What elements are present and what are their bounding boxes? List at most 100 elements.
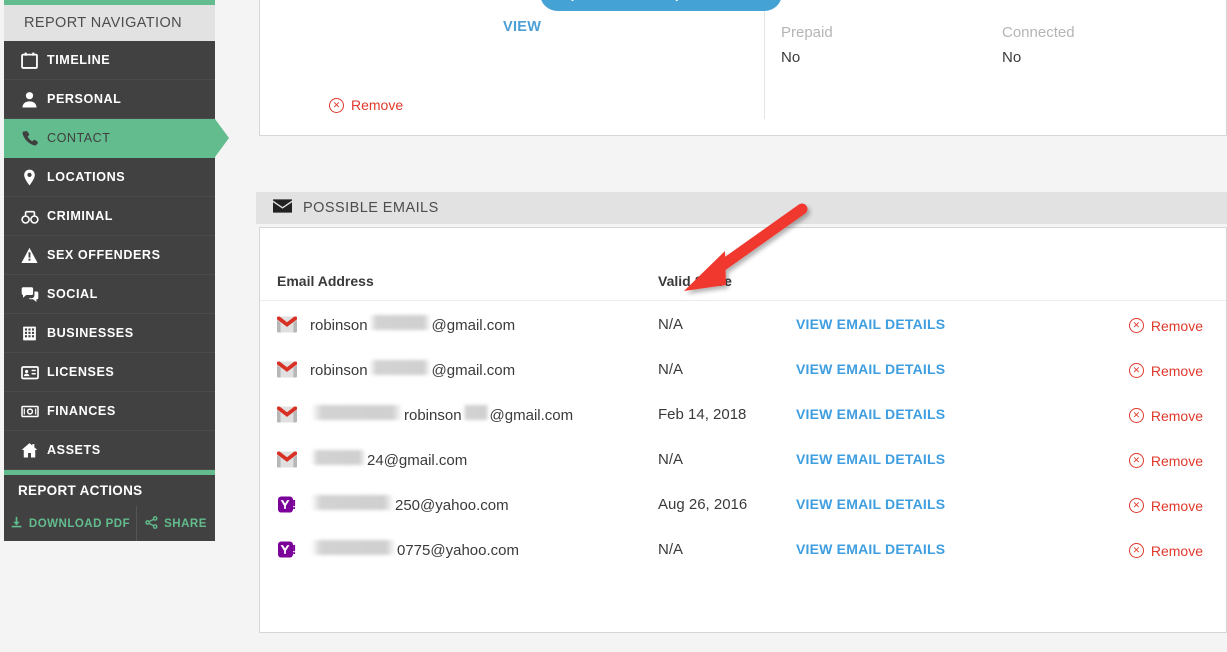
- house-icon: [21, 442, 47, 459]
- sidebar-item-label: TIMELINE: [47, 53, 111, 67]
- sidebar-item-label: LICENSES: [47, 365, 115, 379]
- report-actions-header: REPORT ACTIONS: [4, 475, 215, 506]
- remove-email-button[interactable]: ✕ Remove: [1128, 318, 1203, 334]
- redacted-block: [311, 450, 366, 465]
- email-domain: @yahoo.com: [420, 497, 509, 514]
- gmail-icon: [277, 316, 297, 333]
- sidebar-item-label: FINANCES: [47, 404, 116, 418]
- view-link[interactable]: VIEW: [503, 19, 541, 35]
- map-pin-icon: [21, 169, 47, 186]
- cell-email-address: robinson @gmail.com: [260, 346, 658, 391]
- calendar-icon: [21, 52, 47, 69]
- open-close-report-sections-tooltip[interactable]: Open or Close Report Sections: [540, 0, 783, 11]
- sidebar-item-label: ASSETS: [47, 443, 101, 457]
- email-address-text: robinson @gmail.com: [310, 360, 515, 379]
- share-button[interactable]: SHARE: [137, 506, 215, 541]
- possible-emails-panel: Email Address Valid Since robinson @gmail…: [259, 227, 1227, 633]
- cell-view-details: VIEW EMAIL DETAILS: [796, 481, 1026, 526]
- cell-view-details: VIEW EMAIL DETAILS: [796, 301, 1026, 347]
- sidebar-item-label: SOCIAL: [47, 287, 98, 301]
- cell-remove: ✕ Remove: [1026, 301, 1226, 347]
- view-email-details-link[interactable]: VIEW EMAIL DETAILS: [796, 406, 945, 422]
- table-row: robinson @gmail.com N/A VIEW EMAIL DETAILS ✕…: [260, 301, 1226, 347]
- view-email-details-link[interactable]: VIEW EMAIL DETAILS: [796, 451, 945, 467]
- yahoo-mail-icon: [277, 541, 297, 558]
- email-middle: 24: [367, 452, 384, 469]
- redacted-block: [311, 495, 394, 510]
- cell-view-details: VIEW EMAIL DETAILS: [796, 526, 1026, 571]
- sidebar-item-sex-offenders[interactable]: SEX OFFENDERS: [4, 236, 215, 275]
- prepaid-field: Prepaid No: [781, 24, 833, 66]
- download-pdf-button[interactable]: DOWNLOAD PDF: [4, 506, 137, 541]
- sidebar-item-list: TIMELINE PERSONAL CONTACT LOCATIONS CRIMINAL…: [4, 41, 229, 470]
- sidebar-item-contact[interactable]: CONTACT: [4, 119, 229, 158]
- remove-label: Remove: [1150, 452, 1203, 469]
- download-pdf-label: DOWNLOAD PDF: [28, 517, 131, 530]
- view-email-details-link[interactable]: VIEW EMAIL DETAILS: [796, 496, 945, 512]
- email-prefix: robinson: [310, 362, 368, 379]
- cell-view-details: VIEW EMAIL DETAILS: [796, 436, 1026, 481]
- cell-valid-since: N/A: [658, 541, 684, 558]
- remove-x-icon: ✕: [329, 97, 344, 113]
- person-icon: [21, 91, 47, 108]
- email-middle: 0775: [397, 542, 431, 559]
- building-icon: [21, 325, 47, 342]
- remove-email-button[interactable]: ✕ Remove: [1128, 498, 1203, 514]
- view-email-details-link[interactable]: VIEW EMAIL DETAILS: [796, 361, 945, 377]
- cell-valid-since: N/A: [658, 451, 684, 468]
- cell-email-address: 0775 @yahoo.com: [260, 526, 658, 571]
- sidebar-item-social[interactable]: SOCIAL: [4, 275, 215, 314]
- remove-x-icon: ✕: [1128, 453, 1144, 469]
- prepaid-value: No: [781, 49, 801, 66]
- possible-emails-section-header: POSSIBLE EMAILS: [256, 192, 1227, 224]
- cell-remove: ✕ Remove: [1026, 481, 1226, 526]
- email-domain: @gmail.com: [431, 317, 516, 334]
- remove-x-icon: ✕: [1128, 408, 1144, 424]
- remove-email-button[interactable]: ✕ Remove: [1128, 408, 1203, 424]
- sidebar-item-businesses[interactable]: BUSINESSES: [4, 314, 215, 353]
- panel-column-divider: [764, 0, 765, 119]
- chat-bubbles-icon: [21, 286, 47, 303]
- gmail-icon: [277, 361, 297, 378]
- cell-valid-since: Feb 14, 2018: [658, 406, 747, 423]
- cell-email-address: robinson @gmail.com: [260, 301, 658, 347]
- sidebar-item-label: CONTACT: [47, 131, 111, 145]
- page-root: REPORT NAVIGATION TIMELINE PERSONAL CONTAC…: [0, 0, 1227, 652]
- remove-email-button[interactable]: ✕ Remove: [1128, 452, 1203, 469]
- email-address-text: 0775 @yahoo.com: [310, 540, 519, 559]
- main-content: VIEW Prepaid No Connected No ✕ Remove Op…: [230, 0, 1227, 652]
- cell-email-address: robinson @gmail.com: [260, 391, 658, 436]
- remove-x-icon: ✕: [1128, 318, 1144, 334]
- cell-remove: ✕ Remove: [1026, 526, 1226, 571]
- sidebar-item-label: BUSINESSES: [47, 326, 134, 340]
- remove-email-button[interactable]: ✕ Remove: [1128, 543, 1203, 559]
- sidebar-item-finances[interactable]: FINANCES: [4, 392, 215, 431]
- connected-value: No: [1002, 49, 1022, 66]
- banknote-icon: [21, 405, 47, 418]
- yahoo-mail-icon: [277, 496, 297, 513]
- download-icon: [10, 516, 23, 532]
- id-card-icon: [21, 365, 47, 380]
- column-header-valid-since: Valid Since: [658, 228, 796, 301]
- redacted-block: [368, 315, 431, 330]
- view-email-details-link[interactable]: VIEW EMAIL DETAILS: [796, 316, 945, 332]
- sidebar-item-locations[interactable]: LOCATIONS: [4, 158, 215, 197]
- column-header-details: [796, 228, 1026, 301]
- remove-x-icon: ✕: [1128, 363, 1144, 379]
- prepaid-label: Prepaid: [781, 24, 833, 41]
- table-header-row: Email Address Valid Since: [260, 228, 1226, 301]
- view-email-details-link[interactable]: VIEW EMAIL DETAILS: [796, 541, 945, 557]
- cell-email-address: 250 @yahoo.com: [260, 481, 658, 526]
- remove-email-button[interactable]: ✕ Remove: [1128, 363, 1203, 379]
- cell-remove: ✕ Remove: [1026, 391, 1226, 436]
- sidebar-item-licenses[interactable]: LICENSES: [4, 353, 215, 392]
- sidebar-item-criminal[interactable]: CRIMINAL: [4, 197, 215, 236]
- sidebar-item-timeline[interactable]: TIMELINE: [4, 41, 215, 80]
- cell-email-address: 24 @gmail.com: [260, 436, 658, 481]
- connected-label: Connected: [1002, 24, 1075, 41]
- remove-phone-button[interactable]: ✕ Remove: [329, 97, 403, 113]
- column-header-email: Email Address: [260, 228, 658, 301]
- sidebar-item-personal[interactable]: PERSONAL: [4, 80, 215, 119]
- sidebar-item-assets[interactable]: ASSETS: [4, 431, 215, 470]
- email-domain: @gmail.com: [431, 362, 516, 379]
